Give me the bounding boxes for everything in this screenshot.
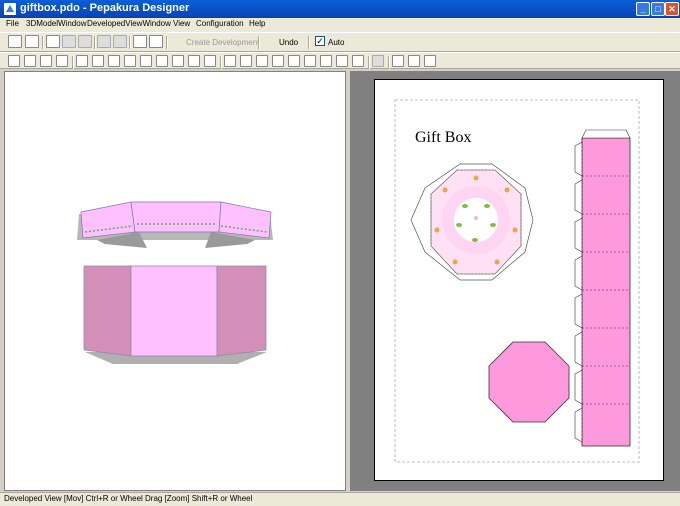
- menu-developedviewwindow[interactable]: DevelopedViewWindow: [87, 19, 171, 28]
- toolbar-separator: [129, 36, 131, 49]
- menu-3dmodelwindow[interactable]: 3DModelWindow: [26, 19, 86, 28]
- developed-view[interactable]: Gift Box: [350, 71, 680, 491]
- no-icon[interactable]: [113, 35, 127, 48]
- dimension-icon[interactable]: [272, 55, 284, 67]
- status-bar: Developed View [Mov] Ctrl+R or Wheel Dra…: [0, 492, 680, 506]
- image-icon[interactable]: [352, 55, 364, 67]
- paste-icon[interactable]: [408, 55, 420, 67]
- text-icon[interactable]: [336, 55, 348, 67]
- close-button[interactable]: ✕: [665, 2, 679, 16]
- open-icon[interactable]: [8, 35, 22, 48]
- 3d-model-view[interactable]: [4, 71, 346, 491]
- split-icon[interactable]: [288, 55, 300, 67]
- box-bottom-net: [488, 341, 570, 423]
- mirror-icon[interactable]: [172, 55, 184, 67]
- flap-icon[interactable]: [156, 55, 168, 67]
- fit-icon[interactable]: [40, 55, 52, 67]
- auto-checkbox[interactable]: ✓: [315, 36, 325, 46]
- menu-view[interactable]: View: [173, 19, 190, 28]
- status-text: Developed View [Mov] Ctrl+R or Wheel Dra…: [4, 494, 253, 503]
- join-icon[interactable]: [108, 55, 120, 67]
- crosshair-icon[interactable]: [320, 55, 332, 67]
- rotate-icon[interactable]: [92, 55, 104, 67]
- box-lid-model: [77, 201, 273, 248]
- app-icon: [3, 2, 17, 16]
- texture-icon[interactable]: [62, 35, 76, 48]
- toolbar-separator: [258, 36, 260, 49]
- grid-icon[interactable]: [56, 55, 68, 67]
- settings-icon[interactable]: [78, 35, 92, 48]
- fold-icon[interactable]: [124, 55, 136, 67]
- menu-file[interactable]: File: [6, 19, 19, 28]
- toolbar-separator: [42, 36, 44, 49]
- toolbar-separator: [368, 56, 370, 69]
- menu-configuration[interactable]: Configuration: [196, 19, 244, 28]
- save-icon[interactable]: [25, 35, 39, 48]
- print-icon[interactable]: [424, 55, 436, 67]
- menu-bar: File 3DModelWindow DevelopedViewWindow V…: [0, 18, 680, 32]
- title-bar: giftbox.pdo - Pepakura Designer _ □ ✕: [0, 0, 680, 18]
- paper-sheet: Gift Box: [374, 79, 664, 481]
- window-title: giftbox.pdo - Pepakura Designer: [20, 2, 190, 14]
- texture-edit-icon[interactable]: [188, 55, 200, 67]
- paper-title: Gift Box: [415, 129, 472, 146]
- person-icon[interactable]: [256, 55, 268, 67]
- toolbar-separator: [94, 36, 96, 49]
- copy-icon[interactable]: [392, 55, 404, 67]
- box-side-strip: [574, 129, 631, 447]
- zoom-3d-icon[interactable]: [8, 55, 20, 67]
- pen-icon[interactable]: [224, 55, 236, 67]
- model-icon[interactable]: [46, 35, 60, 48]
- edge-icon[interactable]: [140, 55, 152, 67]
- box-body-model: [83, 265, 267, 364]
- create-development-button[interactable]: Create Development: [172, 35, 259, 50]
- auto-label: Auto: [328, 38, 345, 47]
- pencil-icon[interactable]: [97, 35, 111, 48]
- undo-button[interactable]: Undo: [265, 35, 298, 50]
- toolbar-separator: [308, 36, 310, 49]
- line-icon[interactable]: [240, 55, 252, 67]
- toolbar-separator: [72, 56, 74, 69]
- undo-small-icon[interactable]: [372, 55, 384, 67]
- minimize-button[interactable]: _: [636, 2, 650, 16]
- circle-icon[interactable]: [304, 55, 316, 67]
- maximize-button[interactable]: □: [651, 2, 665, 16]
- view-icon[interactable]: [149, 35, 163, 48]
- menu-help[interactable]: Help: [249, 19, 265, 28]
- lid-net: [410, 163, 534, 281]
- move-icon[interactable]: [76, 55, 88, 67]
- toolbar-separator: [166, 36, 168, 49]
- toolbar-separator: [388, 56, 390, 69]
- angle-icon[interactable]: [204, 55, 216, 67]
- toolbar-separator: [220, 56, 222, 69]
- tools-toolbar: [0, 52, 680, 69]
- layout-icon[interactable]: [133, 35, 147, 48]
- zoom-2d-icon[interactable]: [24, 55, 36, 67]
